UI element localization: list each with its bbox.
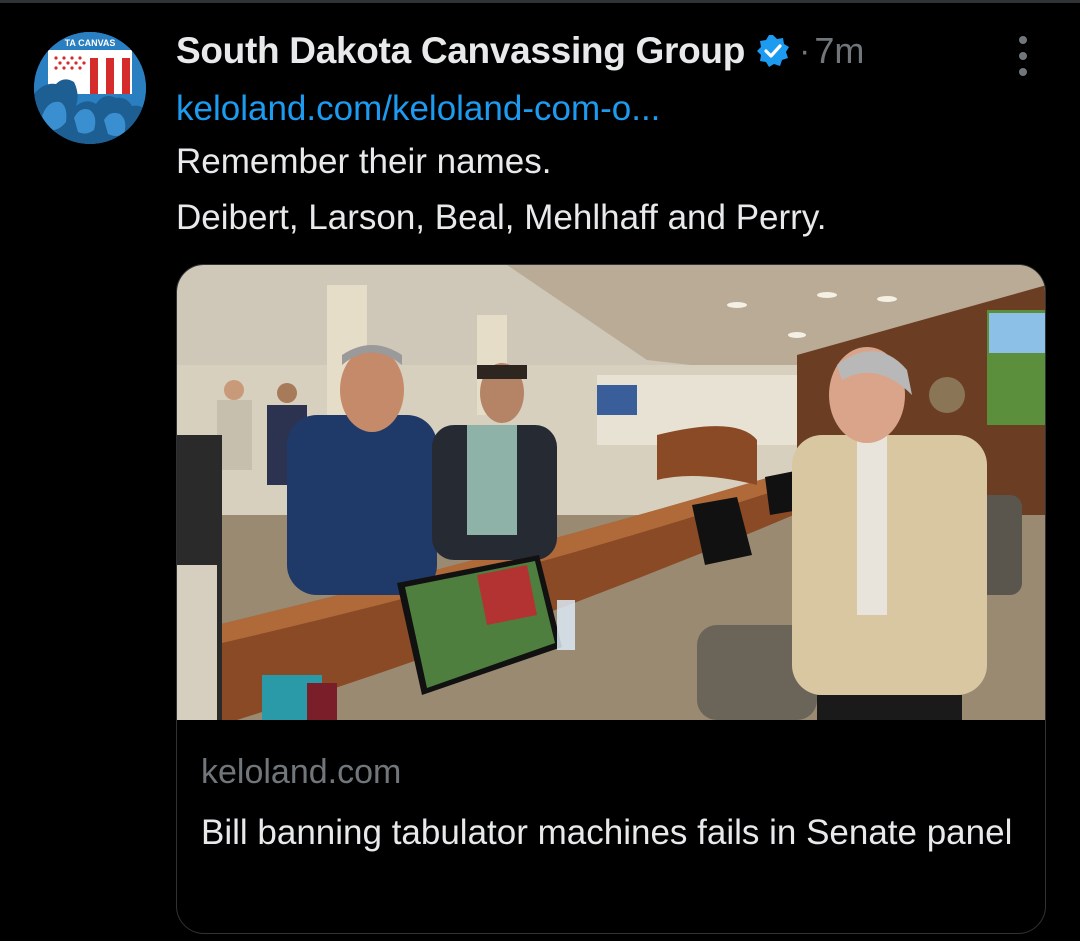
post-link[interactable]: keloland.com/keloland-com-o...: [176, 84, 1046, 134]
avatar-logo-text: TA CANVAS: [65, 38, 116, 48]
verified-badge-icon: [755, 33, 791, 69]
post-text-line-2: Deibert, Larson, Beal, Mehlhaff and Perr…: [176, 198, 827, 237]
post-body: South Dakota Canvassing Group · 7m kelol…: [176, 26, 1046, 246]
post-text-line-1: Remember their names.: [176, 142, 552, 181]
mount-rushmore-flag-logo-icon: TA CANVAS: [34, 32, 146, 144]
card-title: Bill banning tabulator machines fails in…: [201, 813, 1013, 852]
post-header: South Dakota Canvassing Group · 7m: [176, 26, 1046, 76]
card-domain: keloland.com: [201, 753, 402, 791]
more-vertical-icon[interactable]: [1013, 36, 1033, 76]
link-preview-card[interactable]: keloland.com Bill banning tabulator mach…: [176, 264, 1046, 934]
author-name[interactable]: South Dakota Canvassing Group: [176, 30, 745, 72]
author-avatar[interactable]: TA CANVAS: [34, 32, 146, 144]
top-divider: [0, 0, 1080, 3]
card-image: [177, 265, 1045, 720]
meta-separator: ·: [799, 31, 811, 70]
post-timestamp[interactable]: 7m: [814, 30, 864, 72]
